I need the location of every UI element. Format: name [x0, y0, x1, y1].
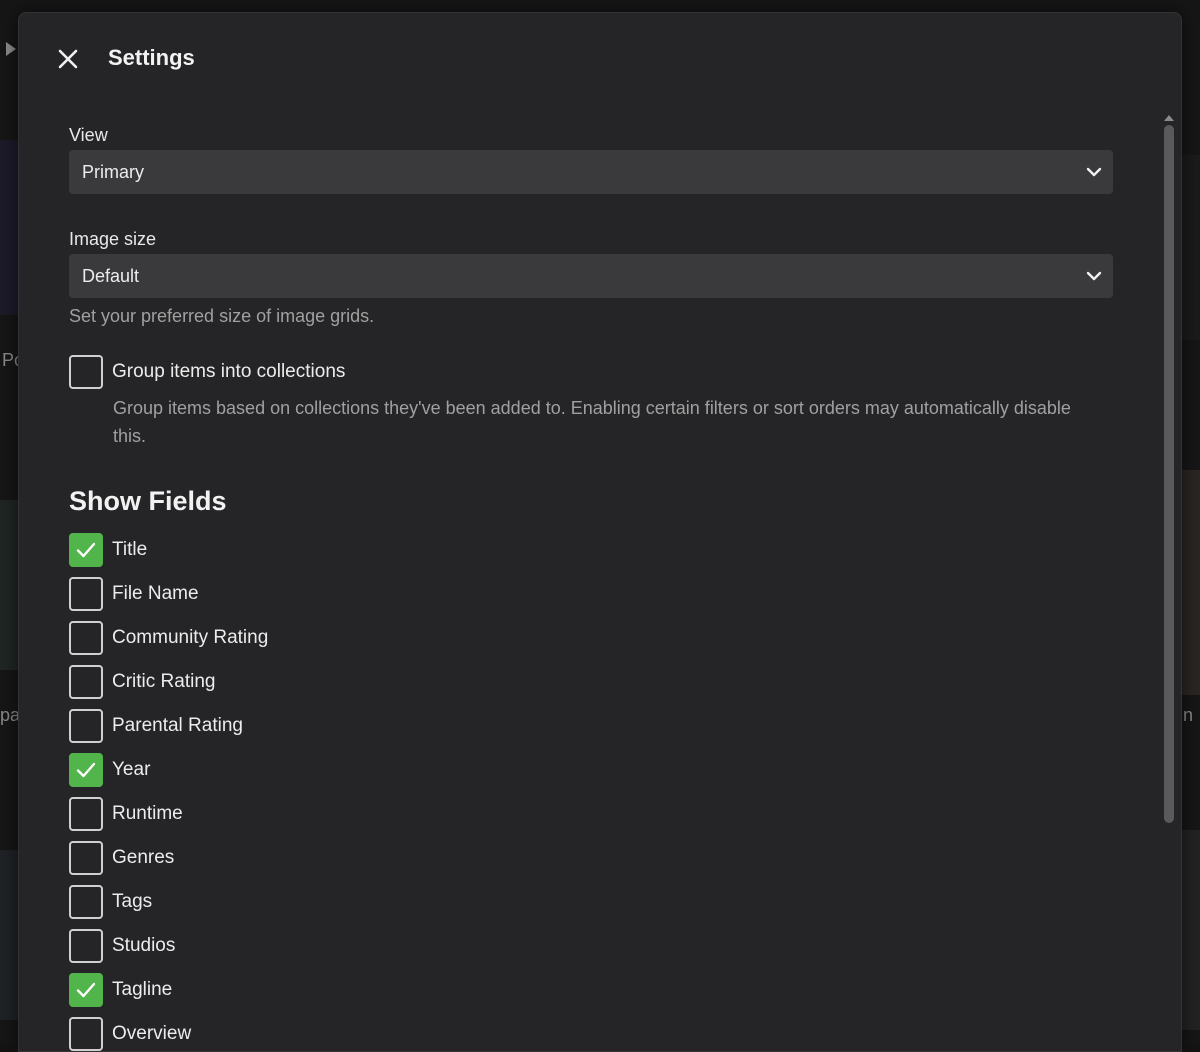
field-row-title[interactable]: Title: [69, 528, 1113, 572]
field-label: Tags: [112, 891, 153, 912]
background-poster: [0, 850, 18, 1020]
field-row-parental-rating[interactable]: Parental Rating: [69, 704, 1113, 748]
settings-dialog: Settings View Primary Image size Default…: [18, 12, 1182, 1052]
image-size-select[interactable]: Default: [69, 254, 1113, 298]
field-row-tags[interactable]: Tags: [69, 880, 1113, 924]
field-checkbox[interactable]: [69, 973, 103, 1007]
group-collections-checkbox[interactable]: [69, 355, 103, 389]
field-row-year[interactable]: Year: [69, 748, 1113, 792]
field-label: Year: [112, 759, 151, 780]
field-checkbox[interactable]: [69, 929, 103, 963]
field-row-runtime[interactable]: Runtime: [69, 792, 1113, 836]
field-label: Parental Rating: [112, 715, 243, 736]
field-label: Runtime: [112, 803, 183, 824]
scrollbar-thumb[interactable]: [1164, 125, 1174, 823]
settings-content: View Primary Image size Default Set your…: [69, 123, 1113, 1051]
field-checkbox[interactable]: [69, 885, 103, 919]
group-collections-label: Group items into collections: [112, 361, 346, 382]
chevron-down-icon: [1085, 267, 1103, 285]
show-fields-list: Title File Name Community Rating Critic …: [69, 528, 1113, 1051]
group-collections-description: Group items based on collections they've…: [113, 398, 1071, 446]
chevron-down-icon: [1085, 163, 1103, 181]
show-fields-title: Show Fields: [69, 486, 227, 516]
field-label: Tagline: [112, 979, 173, 1000]
close-button[interactable]: [55, 46, 81, 72]
field-checkbox[interactable]: [69, 533, 103, 567]
view-select-value: Primary: [82, 161, 144, 182]
image-size-select-value: Default: [82, 265, 140, 286]
group-collections-row[interactable]: Group items into collections: [69, 350, 1113, 394]
field-label: File Name: [112, 583, 199, 604]
background-poster: [1182, 155, 1200, 340]
background-poster: [0, 140, 18, 315]
field-row-studios[interactable]: Studios: [69, 924, 1113, 968]
field-checkbox[interactable]: [69, 753, 103, 787]
field-row-critic-rating[interactable]: Critic Rating: [69, 660, 1113, 704]
field-label: Title: [112, 539, 148, 560]
background-fragment: n: [1183, 705, 1194, 725]
dialog-title: Settings: [108, 45, 195, 70]
close-icon: [55, 46, 81, 72]
field-row-tagline[interactable]: Tagline: [69, 968, 1113, 1012]
background-poster: [0, 500, 18, 670]
field-row-community-rating[interactable]: Community Rating: [69, 616, 1113, 660]
field-row-overview[interactable]: Overview: [69, 1012, 1113, 1051]
field-label: Overview: [112, 1023, 192, 1044]
field-row-file-name[interactable]: File Name: [69, 572, 1113, 616]
field-checkbox[interactable]: [69, 709, 103, 743]
view-select[interactable]: Primary: [69, 150, 1113, 194]
field-label: Genres: [112, 847, 175, 868]
dialog-header: Settings: [19, 13, 1181, 103]
view-label: View: [69, 125, 108, 145]
field-checkbox[interactable]: [69, 1017, 103, 1051]
background-poster: [1182, 470, 1200, 695]
field-label: Studios: [112, 935, 176, 956]
field-checkbox[interactable]: [69, 577, 103, 611]
field-label: Critic Rating: [112, 671, 216, 692]
image-size-label: Image size: [69, 229, 157, 249]
scroll-up-icon[interactable]: [1164, 109, 1174, 121]
field-checkbox[interactable]: [69, 797, 103, 831]
field-checkbox[interactable]: [69, 665, 103, 699]
background-poster: [1182, 830, 1200, 1030]
play-icon: [6, 42, 16, 61]
field-checkbox[interactable]: [69, 841, 103, 875]
image-size-help: Set your preferred size of image grids.: [69, 306, 375, 326]
field-checkbox[interactable]: [69, 621, 103, 655]
field-label: Community Rating: [112, 627, 269, 648]
field-row-genres[interactable]: Genres: [69, 836, 1113, 880]
scrollbar[interactable]: [1163, 109, 1175, 1051]
